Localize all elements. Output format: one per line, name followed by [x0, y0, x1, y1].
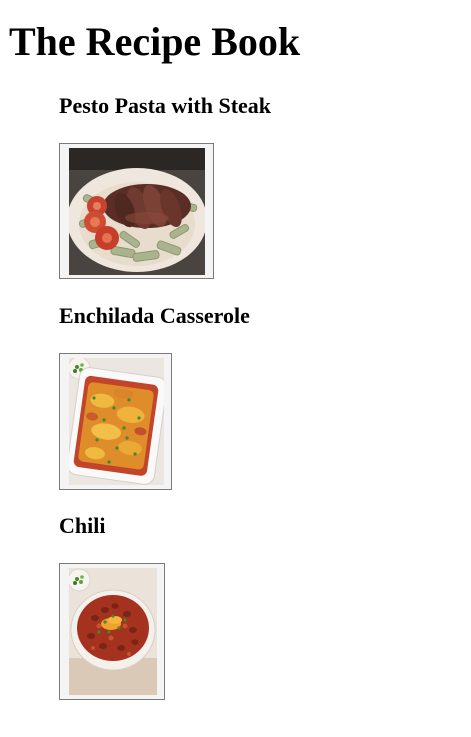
- recipe-image-frame-enchilada-casserole[interactable]: [59, 353, 172, 490]
- recipe-title-pesto-pasta: Pesto Pasta with Steak: [59, 93, 272, 118]
- recipe-title-chili: Chili: [59, 513, 106, 538]
- enchilada-casserole-photo: [69, 358, 164, 485]
- chili-bowl-photo: [69, 568, 157, 695]
- pesto-pasta-steak-photo: [69, 148, 205, 275]
- recipe-image-frame-chili[interactable]: [59, 563, 165, 700]
- recipe-title-enchilada-casserole: Enchilada Casserole: [59, 303, 250, 328]
- recipe-image-frame-pesto-pasta[interactable]: [59, 143, 214, 279]
- page-title: The Recipe Book: [9, 19, 301, 64]
